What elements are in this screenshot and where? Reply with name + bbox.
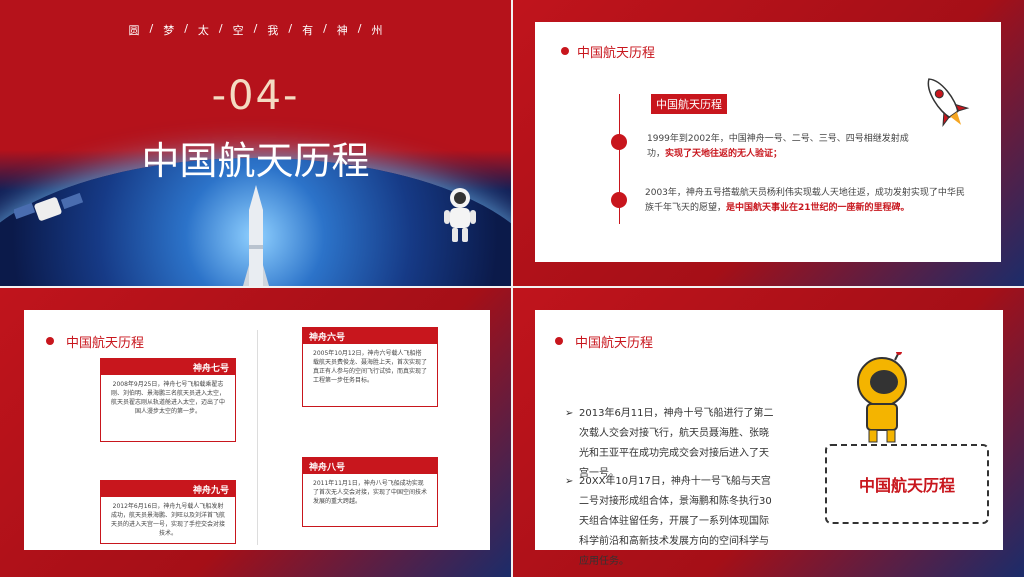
bullet-text: 20XX年10月17日，神舟十一号飞船与天宫二号对接形成组合体，景海鹏和陈冬执行… — [579, 476, 772, 567]
slogan-sep: / — [357, 22, 362, 35]
content-card: 中国航天历程 中国航天历程 1999年到2002年，中国神舟一号、二号、三号、四… — [535, 22, 1001, 262]
slogan-sep: / — [323, 22, 327, 35]
slogan-sep: / — [288, 22, 293, 35]
card-text: 2012年6月16日，神舟九号载人飞船发射成功，航天员景海鹏、刘旺以及刘洋首飞航… — [111, 503, 226, 537]
timeline-card: 神舟八号 2011年11月1日，神舟八号飞船成功实现了首次无人交会对接，实现了中… — [302, 457, 438, 527]
section-title: 中国航天历程 — [575, 336, 654, 351]
astronaut-icon — [444, 188, 476, 242]
slogan-char: 梦 — [163, 24, 175, 37]
rocket-icon — [243, 185, 269, 286]
section-title: 中国航天历程 — [66, 336, 145, 351]
slogan-char: 有 — [302, 24, 314, 37]
timeline-item-2: 2003年，神舟五号搭载航天员杨利伟实现载人天地往返，成功发射实现了中华民族千年… — [645, 186, 965, 216]
item-highlight: 实现了天地往返的无人验证； — [665, 149, 783, 159]
slogan-char: 空 — [232, 24, 244, 37]
title-dot — [555, 337, 563, 345]
cartoon-rocket-icon — [927, 78, 970, 128]
satellite-icon — [14, 192, 84, 221]
timeline-card: 神舟七号 2008年9月25日，神舟七号飞船载乘翟志刚、刘伯明、景海鹏三名航天员… — [100, 358, 236, 442]
slogan-char: 我 — [267, 24, 279, 37]
card-title: 神舟八号 — [303, 458, 437, 474]
timeline-item-1: 1999年到2002年，中国神舟一号、二号、三号、四号相继发射成功，实现了天地往… — [647, 132, 917, 162]
section-number: -04- — [211, 73, 300, 119]
cover-title: 中国航天历程 — [141, 139, 370, 183]
sign-board: 中国航天历程 — [825, 444, 989, 524]
sign-text: 中国航天历程 — [858, 476, 955, 495]
slogan-sep: / — [149, 22, 154, 35]
card-text: 2005年10月12日，神舟六号载人飞船搭载航天员费俊龙、聂海胜上天，首次实现了… — [313, 350, 428, 384]
slogan-char: 太 — [197, 24, 209, 37]
card-title: 神舟六号 — [303, 328, 437, 344]
timeline-dot — [611, 192, 627, 208]
slogan-sep: / — [184, 22, 188, 35]
slide-history-3[interactable]: 中国航天历程 ➢ 2013年6月11日，神舟十号飞船进行了第二次载人交会对接飞行… — [513, 288, 1024, 577]
title-dot — [46, 337, 54, 345]
slogan: 圆 / 梦 / 太 / 空 / 我 / 有 / 神 / 州 — [0, 22, 511, 38]
arrow-icon: ➢ — [565, 408, 574, 419]
slogan-char: 神 — [336, 24, 348, 37]
slogan-sep: / — [253, 22, 258, 35]
timeline-card: 神舟九号 2012年6月16日，神舟九号载人飞船发射成功，航天员景海鹏、刘旺以及… — [100, 480, 236, 544]
card-text: 2008年9月25日，神舟七号飞船载乘翟志刚、刘伯明、景海鹏三名航天员进入太空，… — [111, 381, 226, 415]
content-card: 中国航天历程 神舟六号 2005年10月12日，神舟六号载人飞船搭载航天员费俊龙… — [24, 310, 490, 550]
item-highlight: 是中国航天事业在21世纪的一座新的里程碑。 — [726, 203, 910, 213]
slide-cover[interactable]: 圆 / 梦 / 太 / 空 / 我 / 有 / 神 / 州 -04- 中国航天历… — [0, 0, 511, 286]
timeline-card: 神舟六号 2005年10月12日，神舟六号载人飞船搭载航天员费俊龙、聂海胜上天，… — [302, 327, 438, 407]
bullet-text: 2013年6月11日，神舟十号飞船进行了第二次载人交会对接飞行，航天员聂海胜、张… — [579, 408, 774, 479]
astronaut-mascot-icon — [857, 352, 907, 443]
slide-history-2[interactable]: 中国航天历程 神舟六号 2005年10月12日，神舟六号载人飞船搭载航天员费俊龙… — [0, 288, 511, 577]
slogan-sep: / — [218, 22, 223, 35]
title-dot — [561, 47, 569, 55]
timeline-dot — [611, 134, 627, 150]
content-card: 中国航天历程 ➢ 2013年6月11日，神舟十号飞船进行了第二次载人交会对接飞行… — [535, 310, 1003, 567]
card-text: 2011年11月1日，神舟八号飞船成功实现了首次无人交会对接，实现了中国空间技术… — [313, 480, 428, 505]
timeline-line — [257, 330, 258, 545]
timeline-tag: 中国航天历程 — [651, 94, 727, 114]
card-title: 神舟七号 — [101, 359, 235, 375]
card-title: 神舟九号 — [101, 481, 235, 497]
section-title: 中国航天历程 — [577, 46, 656, 61]
arrow-icon: ➢ — [565, 476, 574, 487]
list-item: ➢ 20XX年10月17日，神舟十一号飞船与天宫二号对接形成组合体，景海鹏和陈冬… — [565, 472, 775, 572]
slogan-char: 州 — [371, 24, 383, 37]
slogan-char: 圆 — [128, 24, 140, 37]
slide-history-1[interactable]: 中国航天历程 中国航天历程 1999年到2002年，中国神舟一号、二号、三号、四… — [513, 0, 1024, 286]
